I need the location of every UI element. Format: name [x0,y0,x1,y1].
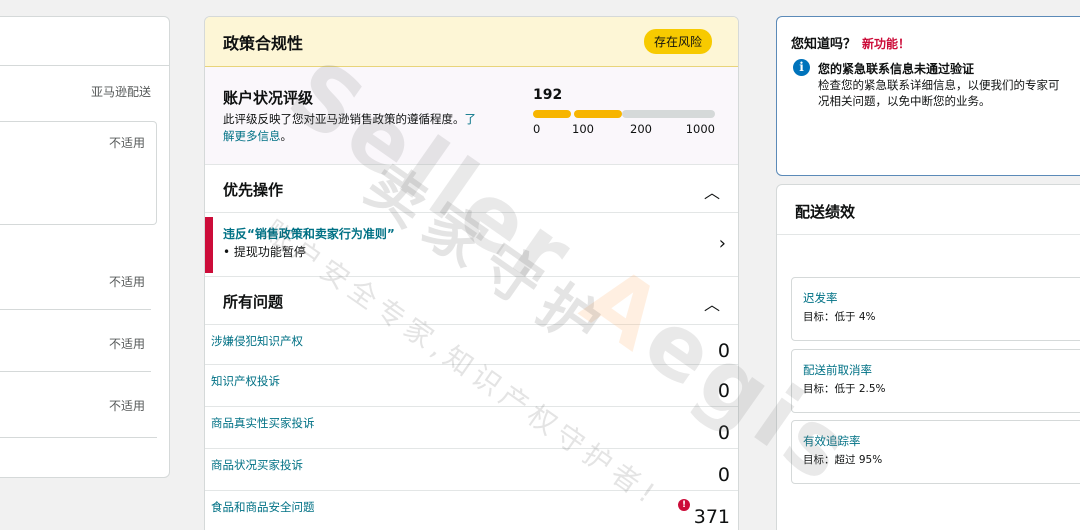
issue-label[interactable]: 涉嫌侵犯知识产权 [211,333,303,349]
account-health-title: 账户状况评级 [223,89,314,107]
issue-row[interactable]: 商品状况买家投诉 0 [205,449,738,491]
account-health-description: 此评级反映了您对亚马逊销售政策的遵循程度。了解更多信息。 [223,111,505,145]
issue-row[interactable]: 涉嫌侵犯知识产权 0 [205,325,738,365]
at-risk-badge: 存在风险 [643,29,712,54]
chevron-right-icon[interactable]: › [719,233,726,254]
info-icon: i [793,59,810,76]
shipping-performance-header: 配送绩效 [777,185,1080,235]
shipping-performance-card: 配送绩效 迟发率 目标：低于 4% 配送前取消率 目标：低于 2.5% 有效追踪… [776,184,1080,530]
did-you-know-heading: 您知道吗？ 新功能！ [791,33,910,52]
tick-label: 200 [630,122,652,136]
policy-compliance-title: 政策合规性 [223,33,304,53]
issue-label[interactable]: 商品真实性买家投诉 [211,415,315,431]
metric-target: 目标：低于 4% [803,311,876,323]
issue-row[interactable]: 商品真实性买家投诉 0 [205,407,738,449]
new-feature-tag: 新功能！ [862,37,911,51]
left-row-divider [0,437,157,438]
issue-count: 371 [693,506,730,528]
chevron-up-icon[interactable]: ︿ [704,179,720,203]
left-panel: 亚马逊配送 不适用 不适用 不适用 不适用 [0,16,170,478]
metric-name[interactable]: 配送前取消率 [803,362,872,378]
tick-label: 1000 [685,122,715,136]
priority-action-item[interactable]: 违反“销售政策和卖家行为准则” • 提现功能暂停 › [205,213,738,277]
shipping-performance-title: 配送绩效 [795,203,856,221]
issue-count: 0 [717,422,730,444]
notice-body-line1: 检查您的紧急联系详细信息，以便我们的专家可 [818,78,1060,92]
issue-count: 0 [717,464,730,486]
not-applicable-text: 不适用 [108,275,145,289]
chevron-up-icon[interactable]: ︿ [704,291,720,315]
learn-more-link-part1[interactable]: 了 [465,112,477,126]
issue-count: 0 [717,340,730,362]
issue-label[interactable]: 知识产权投诉 [211,373,280,389]
issue-label[interactable]: 商品状况买家投诉 [211,457,303,473]
bar-segment-0-100 [533,110,571,118]
issue-count: 0 [717,380,730,402]
all-issues-title: 所有问题 [223,293,284,311]
left-row-divider [0,309,151,310]
notice-body-line2: 况相关问题，以免中断您的业务。 [818,94,991,108]
all-issues-header[interactable]: 所有问题 ︿ [205,277,738,325]
issue-row[interactable]: 食品和商品安全问题 ! 371 [205,491,738,530]
notice-title: 您的紧急联系信息未通过验证 [818,62,975,76]
account-health-rating: 账户状况评级 此评级反映了您对亚马逊销售政策的遵循程度。了 解更多信息。 192 … [205,67,738,165]
alert-icon: ! [678,499,690,511]
metric-name[interactable]: 有效追踪率 [803,433,861,449]
not-applicable-text: 不适用 [108,337,145,351]
health-score-bar [533,110,715,118]
not-applicable-text: 不适用 [108,399,145,413]
left-row-divider [0,371,151,372]
bar-segment-100-200 [574,110,622,118]
bar-segment-200-1000 [622,110,715,118]
metric-pre-fulfillment-cancel[interactable]: 配送前取消率 目标：低于 2.5% [791,349,1080,413]
issue-label[interactable]: 食品和商品安全问题 [211,499,315,515]
policy-compliance-header: 政策合规性 存在风险 [205,17,738,67]
metric-name[interactable]: 迟发率 [803,290,838,306]
policy-compliance-card: 政策合规性 存在风险 账户状况评级 此评级反映了您对亚马逊销售政策的遵循程度。了… [204,16,739,530]
heading-text: 您知道吗？ [791,37,857,52]
description-end: 。 [280,129,293,143]
priority-action-detail: • 提现功能暂停 [223,245,306,259]
notice-body: 检查您的紧急联系详细信息，以便我们的专家可 况相关问题，以免中断您的业务。 [818,77,1080,109]
left-header-divider [0,65,169,66]
severity-indicator [205,217,213,273]
metric-late-dispatch[interactable]: 迟发率 目标：低于 4% [791,277,1080,341]
did-you-know-card: 您知道吗？ 新功能！ i 您的紧急联系信息未通过验证 检查您的紧急联系详细信息，以… [776,16,1080,176]
learn-more-link-part2[interactable]: 解更多信息 [223,129,281,143]
metric-valid-tracking[interactable]: 有效追踪率 目标：超过 95% [791,420,1080,484]
priority-actions-header[interactable]: 优先操作 ︿ [205,165,738,213]
priority-action-title[interactable]: 违反“销售政策和卖家行为准则” [223,225,395,242]
description-text: 此评级反映了您对亚马逊销售政策的遵循程度。 [223,112,465,126]
priority-actions-title: 优先操作 [223,181,284,199]
column-header-fba: 亚马逊配送 [90,85,151,99]
metric-target: 目标：低于 2.5% [803,383,886,395]
tick-label: 100 [572,122,594,136]
tick-label: 0 [533,122,541,136]
not-applicable-text: 不适用 [108,136,145,150]
issue-row[interactable]: 知识产权投诉 0 [205,365,738,407]
metric-target: 目标：超过 95% [803,454,883,466]
health-score: 192 [533,87,563,103]
left-boxed-cell: 不适用 [0,121,157,225]
